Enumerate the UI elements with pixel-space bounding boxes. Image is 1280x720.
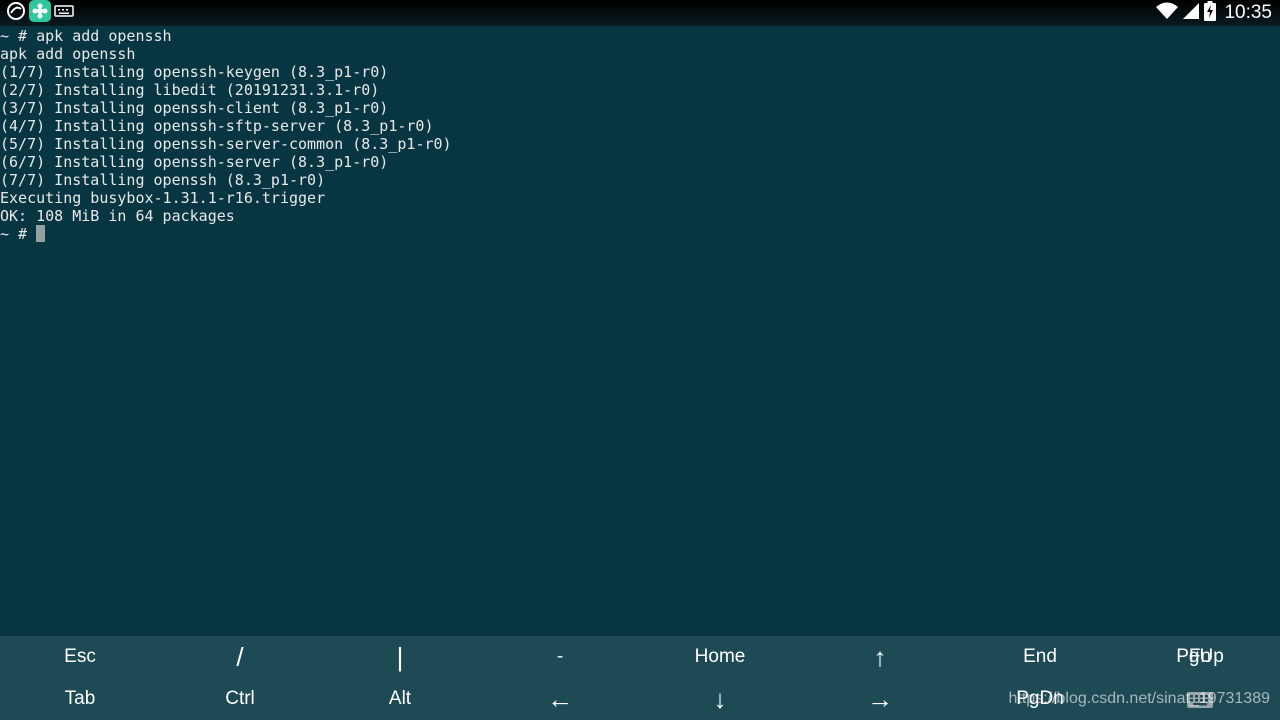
ctrl-key[interactable]: Ctrl bbox=[160, 678, 320, 720]
terminal-prompt-line[interactable]: ~ # bbox=[0, 225, 1280, 243]
status-clock: 10:35 bbox=[1224, 2, 1272, 23]
dash-key[interactable]: - bbox=[480, 636, 640, 678]
flower-app-icon bbox=[29, 0, 51, 27]
terminal-line: OK: 108 MiB in 64 packages bbox=[0, 207, 235, 225]
status-bar-notifications bbox=[6, 0, 74, 27]
tab-key[interactable]: Tab bbox=[0, 678, 160, 720]
terminal-line: (4/7) Installing openssh-sftp-server (8.… bbox=[0, 117, 434, 135]
arrow-left-key[interactable]: ← bbox=[480, 678, 640, 720]
home-key[interactable]: Home bbox=[640, 636, 800, 678]
status-bar: 10:35 bbox=[0, 0, 1280, 26]
signal-icon bbox=[1182, 2, 1200, 25]
terminal-line: (6/7) Installing openssh-server (8.3_p1-… bbox=[0, 153, 389, 171]
watermark-text: https://blog.csdn.net/sinat_19731389 bbox=[1008, 690, 1270, 707]
terminal-prompt: ~ # bbox=[0, 225, 37, 243]
fn-key[interactable]: Fn bbox=[1120, 636, 1280, 678]
terminal-line: (7/7) Installing openssh (8.3_p1-r0) bbox=[0, 171, 326, 189]
alt-key[interactable]: Alt bbox=[320, 678, 480, 720]
keyboard-notification-icon bbox=[54, 4, 74, 23]
wifi-icon bbox=[1156, 2, 1179, 25]
pipe-key[interactable]: | bbox=[320, 636, 480, 678]
terminal-output[interactable]: ~ # apk add openssh apk add openssh (1/7… bbox=[0, 27, 1280, 635]
battery-charging-icon bbox=[1204, 0, 1217, 26]
terminal-line: ~ # apk add openssh bbox=[0, 27, 172, 45]
esc-key[interactable]: Esc bbox=[0, 636, 160, 678]
arrow-right-key[interactable]: → bbox=[800, 678, 960, 720]
slash-key[interactable]: / bbox=[160, 636, 320, 678]
arrow-down-key[interactable]: ↓ bbox=[640, 678, 800, 720]
end-key[interactable]: End bbox=[960, 636, 1120, 678]
terminal-line: (5/7) Installing openssh-server-common (… bbox=[0, 135, 452, 153]
terminal-line: (2/7) Installing libedit (20191231.3.1-r… bbox=[0, 81, 380, 99]
terminal-line: (1/7) Installing openssh-keygen (8.3_p1-… bbox=[0, 63, 389, 81]
terminal-line: (3/7) Installing openssh-client (8.3_p1-… bbox=[0, 99, 389, 117]
app-icon bbox=[6, 1, 26, 26]
terminal-line: Executing busybox-1.31.1-r16.trigger bbox=[0, 189, 326, 207]
extra-keys-row-1: Esc / | - Home ↑ End PgUp bbox=[0, 636, 1280, 678]
terminal-line: apk add openssh bbox=[0, 45, 136, 63]
status-bar-system: 10:35 bbox=[1156, 0, 1272, 26]
arrow-up-key[interactable]: ↑ bbox=[800, 636, 960, 678]
terminal-cursor bbox=[36, 225, 46, 242]
